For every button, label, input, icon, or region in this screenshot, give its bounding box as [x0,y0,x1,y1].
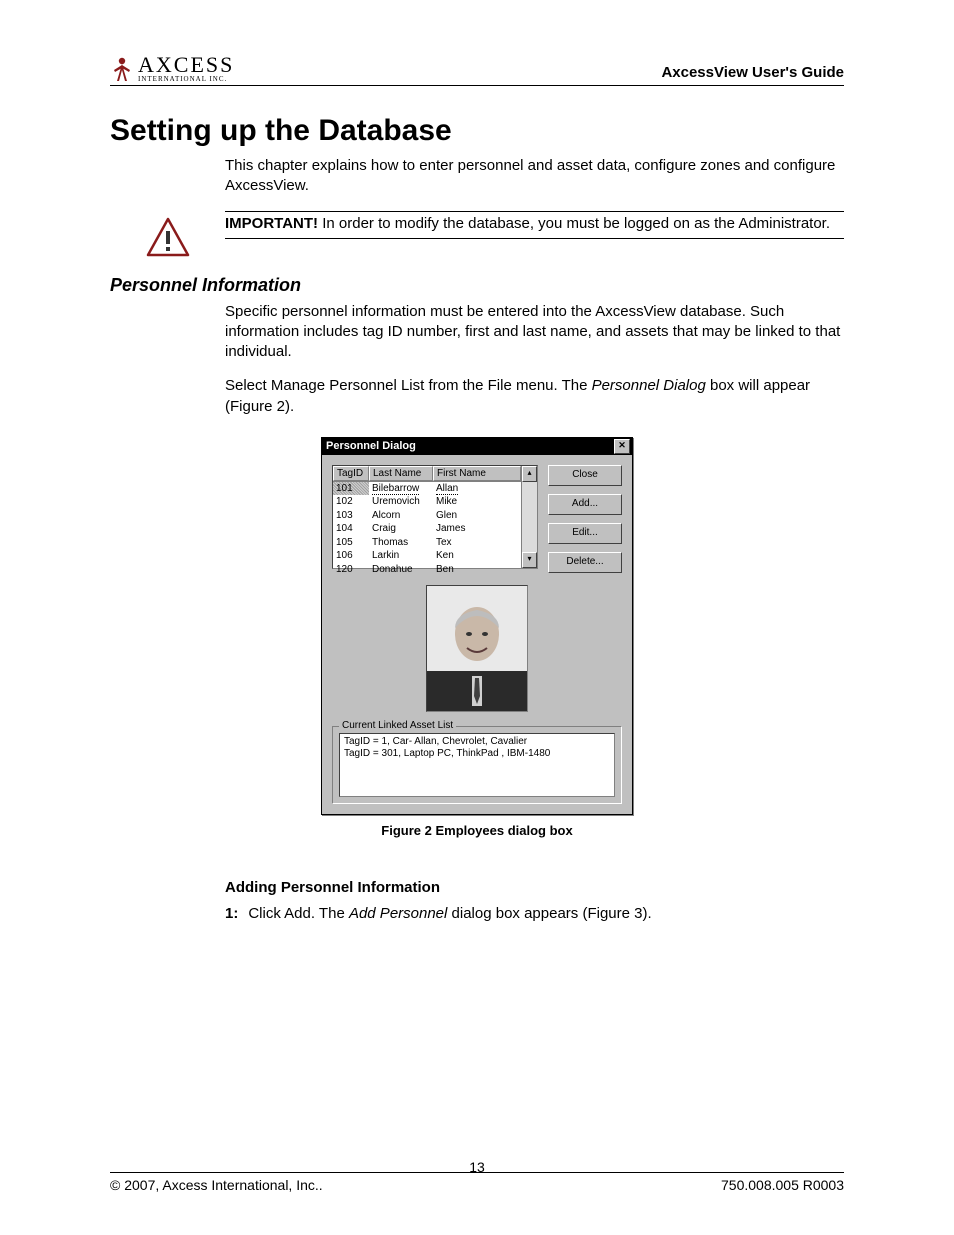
col-lastname[interactable]: Last Name [369,466,433,481]
table-row[interactable]: 101BilebarrowAllan [333,482,521,496]
logo: AXCESS INTERNATIONAL INC. [110,55,234,83]
logo-text: AXCESS [138,55,234,75]
important-label: IMPORTANT! [225,215,318,232]
page-header: AXCESS INTERNATIONAL INC. AxcessView Use… [110,55,844,86]
logo-person-icon [110,55,134,83]
add-button[interactable]: Add... [548,494,622,515]
page-footer: 13 © 2007, Axcess International, Inc.. 7… [110,1172,844,1193]
table-row[interactable]: 120DonahueBen [333,563,521,577]
edit-button[interactable]: Edit... [548,523,622,544]
table-row[interactable]: 103AlcornGlen [333,509,521,523]
logo-subtext: INTERNATIONAL INC. [138,75,234,83]
dialog-titlebar: Personnel Dialog ✕ [322,438,632,455]
subsection-heading: Adding Personnel Information [225,878,844,898]
fieldset-legend: Current Linked Asset List [339,720,456,731]
delete-button[interactable]: Delete... [548,552,622,573]
warning-icon [110,211,225,257]
copyright: © 2007, Axcess International, Inc.. [110,1177,323,1193]
step-1: 1:Click Add. The Add Personnel dialog bo… [225,904,844,924]
guide-title: AxcessView User's Guide [661,64,844,83]
scroll-down-icon[interactable]: ▾ [522,552,537,568]
table-row[interactable]: 105ThomasTex [333,536,521,550]
dialog-title-text: Personnel Dialog [326,440,416,452]
scroll-up-icon[interactable]: ▴ [522,466,537,482]
scrollbar[interactable]: ▴ ▾ [521,466,537,568]
intro-paragraph: This chapter explains how to enter perso… [225,156,844,197]
section-heading: Personnel Information [110,275,844,296]
list-item[interactable]: TagID = 301, Laptop PC, ThinkPad , IBM-1… [344,748,610,761]
table-row[interactable]: 104CraigJames [333,522,521,536]
listview-header: TagID Last Name First Name [333,466,521,482]
close-icon[interactable]: ✕ [614,439,630,454]
close-button[interactable]: Close [548,465,622,486]
doc-revision: 750.008.005 R0003 [721,1177,844,1193]
table-row[interactable]: 106LarkinKen [333,549,521,563]
para-personnel-info: Specific personnel information must be e… [225,302,844,363]
figure-caption: Figure 2 Employees dialog box [110,823,844,838]
page-number: 13 [110,1159,844,1175]
col-firstname[interactable]: First Name [433,466,521,481]
chapter-heading: Setting up the Database [110,114,844,148]
personnel-listview[interactable]: TagID Last Name First Name 101Bilebarrow… [332,465,538,569]
para-select-manage: Select Manage Personnel List from the Fi… [225,376,844,417]
important-body: In order to modify the database, you mus… [318,215,830,232]
linked-asset-fieldset: Current Linked Asset List TagID = 1, Car… [332,726,622,804]
table-row[interactable]: 102UremovichMike [333,495,521,509]
personnel-dialog: Personnel Dialog ✕ TagID Last Name First… [321,437,633,815]
col-tagid[interactable]: TagID [333,466,369,481]
list-item[interactable]: TagID = 1, Car- Allan, Chevrolet, Cavali… [344,736,610,749]
important-note: IMPORTANT! In order to modify the databa… [225,211,844,239]
asset-listbox[interactable]: TagID = 1, Car- Allan, Chevrolet, Cavali… [339,733,615,797]
personnel-photo [426,585,528,712]
